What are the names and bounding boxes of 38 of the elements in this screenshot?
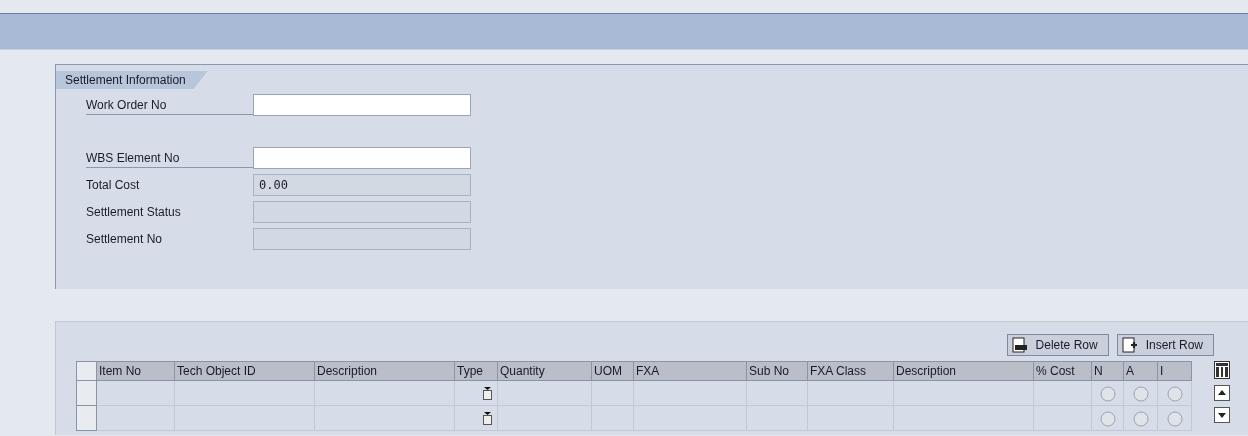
column-header[interactable]: FXA — [633, 361, 747, 381]
row-selector[interactable] — [76, 405, 97, 431]
row-selector[interactable] — [76, 380, 97, 406]
scroll-down-icon[interactable] — [1214, 407, 1230, 423]
radio-button[interactable] — [1166, 385, 1183, 402]
column-header[interactable]: Quantity — [497, 361, 592, 381]
radio-button[interactable] — [1132, 385, 1149, 402]
column-header[interactable]: UOM — [591, 361, 634, 381]
toolbar-button[interactable]: Delete Row — [1006, 334, 1109, 356]
input-field[interactable] — [253, 94, 471, 116]
column-header[interactable]: Type — [454, 361, 498, 381]
column-header[interactable]: Description — [893, 361, 1034, 381]
remove-row-icon — [1011, 337, 1028, 353]
field-label: Total Cost — [86, 177, 141, 194]
radio-button[interactable] — [1132, 410, 1149, 427]
table-settings-icon[interactable] — [1214, 361, 1230, 379]
field-label: Settlement No — [86, 231, 164, 248]
add-row-icon — [1121, 337, 1138, 353]
column-header[interactable]: Description — [314, 361, 455, 381]
select-all-cell[interactable] — [76, 361, 97, 381]
radio-button[interactable] — [1099, 410, 1116, 427]
input-field[interactable] — [253, 147, 471, 169]
column-header[interactable]: FXA Class — [807, 361, 894, 381]
column-header[interactable]: N — [1091, 361, 1124, 381]
group-title: Settlement Information — [56, 71, 208, 89]
field-label: Settlement Status — [86, 204, 182, 221]
toolbar-button[interactable]: Insert Row — [1116, 334, 1214, 356]
column-header[interactable]: % Cost — [1033, 361, 1092, 381]
column-header[interactable]: Tech Object ID — [174, 361, 315, 381]
radio-button[interactable] — [1166, 410, 1183, 427]
radio-button[interactable] — [1099, 385, 1116, 402]
dropdown-icon[interactable] — [483, 412, 492, 426]
column-header[interactable]: A — [1123, 361, 1158, 381]
column-header[interactable]: Sub No — [746, 361, 808, 381]
column-header[interactable]: I — [1157, 361, 1192, 381]
column-header[interactable]: Item No — [96, 361, 175, 381]
scroll-up-icon[interactable] — [1214, 385, 1230, 401]
dropdown-icon[interactable] — [483, 387, 492, 401]
